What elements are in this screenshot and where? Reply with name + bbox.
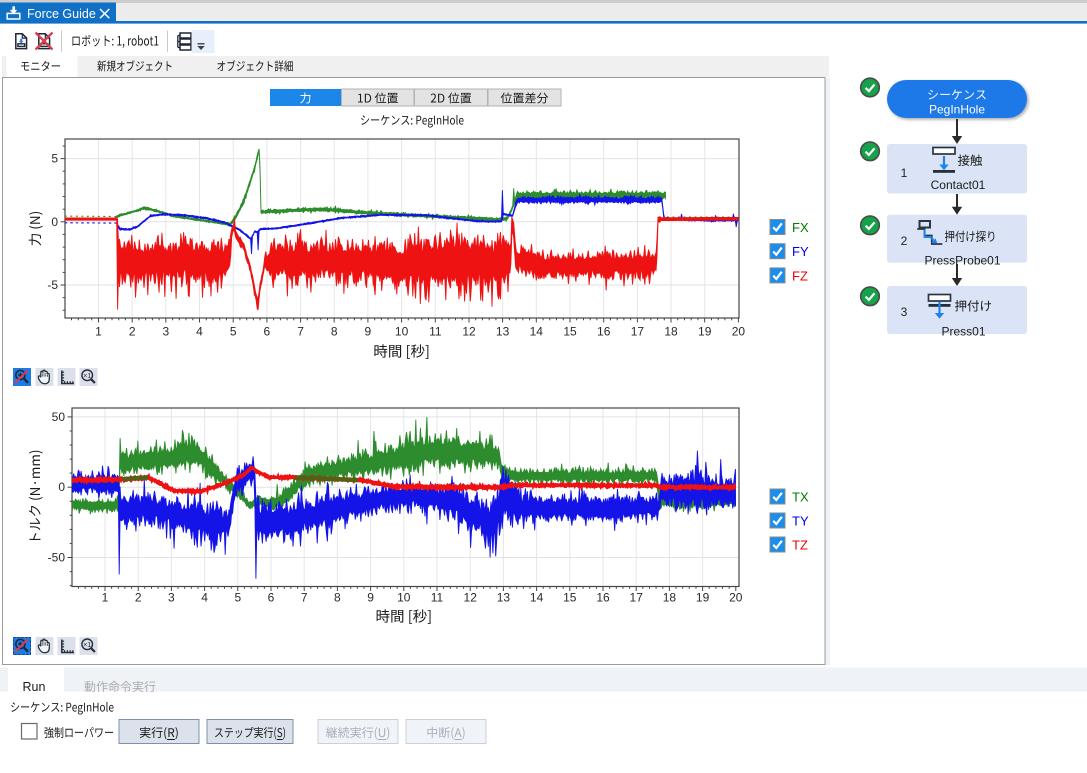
svg-text:50: 50 xyxy=(52,410,66,424)
svg-text:20: 20 xyxy=(729,591,743,605)
svg-text:8: 8 xyxy=(334,591,341,605)
svg-text:3: 3 xyxy=(162,325,169,339)
svg-text:Force Guide: Force Guide xyxy=(27,7,96,21)
svg-text:2: 2 xyxy=(129,325,136,339)
svg-text:5: 5 xyxy=(234,591,241,605)
svg-text:FY: FY xyxy=(792,244,809,259)
svg-text:7: 7 xyxy=(301,591,308,605)
svg-text:4: 4 xyxy=(196,325,203,339)
svg-text:19: 19 xyxy=(696,591,710,605)
svg-text:13: 13 xyxy=(496,325,510,339)
svg-text:5: 5 xyxy=(51,152,58,166)
svg-text:Press01: Press01 xyxy=(941,325,985,339)
svg-text:20: 20 xyxy=(732,325,746,339)
svg-text:12: 12 xyxy=(462,325,476,339)
svg-text:4: 4 xyxy=(201,591,208,605)
svg-text:Run: Run xyxy=(23,680,46,694)
svg-text:10: 10 xyxy=(395,325,409,339)
svg-text:13: 13 xyxy=(497,591,511,605)
svg-text:TZ: TZ xyxy=(792,538,808,553)
svg-text:17: 17 xyxy=(630,591,644,605)
svg-text:14: 14 xyxy=(530,591,544,605)
svg-text:1: 1 xyxy=(95,325,102,339)
svg-text:×1: ×1 xyxy=(83,642,91,649)
svg-text:8: 8 xyxy=(331,325,338,339)
svg-text:9: 9 xyxy=(367,591,374,605)
svg-text:TY: TY xyxy=(792,514,809,529)
svg-text:1: 1 xyxy=(102,591,109,605)
svg-text:×1: ×1 xyxy=(83,373,91,380)
svg-text:0: 0 xyxy=(51,215,58,229)
svg-text:Contact01: Contact01 xyxy=(931,178,986,192)
svg-text:1: 1 xyxy=(901,166,908,180)
svg-text:17: 17 xyxy=(631,325,645,339)
svg-text:2: 2 xyxy=(901,234,908,248)
svg-text:3: 3 xyxy=(901,305,908,319)
svg-text:TX: TX xyxy=(792,490,809,505)
svg-text:PegInHole: PegInHole xyxy=(929,103,985,117)
svg-text:6: 6 xyxy=(264,325,271,339)
svg-text:7: 7 xyxy=(297,325,304,339)
svg-text:14: 14 xyxy=(530,325,544,339)
svg-text:0: 0 xyxy=(58,480,65,494)
svg-text:15: 15 xyxy=(563,325,577,339)
svg-text:9: 9 xyxy=(365,325,372,339)
svg-text:PressProbe01: PressProbe01 xyxy=(924,254,1000,268)
svg-text:18: 18 xyxy=(664,325,678,339)
svg-text:11: 11 xyxy=(429,325,442,339)
svg-text:5: 5 xyxy=(230,325,237,339)
svg-text:-50: -50 xyxy=(48,551,66,565)
svg-text:16: 16 xyxy=(597,325,611,339)
svg-text:12: 12 xyxy=(464,591,478,605)
svg-text:6: 6 xyxy=(268,591,275,605)
svg-text:FZ: FZ xyxy=(792,268,808,283)
svg-text:FX: FX xyxy=(792,220,809,235)
svg-text:18: 18 xyxy=(663,591,677,605)
svg-text:-5: -5 xyxy=(47,278,58,292)
svg-text:16: 16 xyxy=(596,591,610,605)
svg-text:15: 15 xyxy=(563,591,577,605)
svg-text:2: 2 xyxy=(135,591,142,605)
svg-text:3: 3 xyxy=(168,591,175,605)
svg-text:10: 10 xyxy=(397,591,411,605)
svg-text:11: 11 xyxy=(431,591,444,605)
svg-text:19: 19 xyxy=(698,325,712,339)
